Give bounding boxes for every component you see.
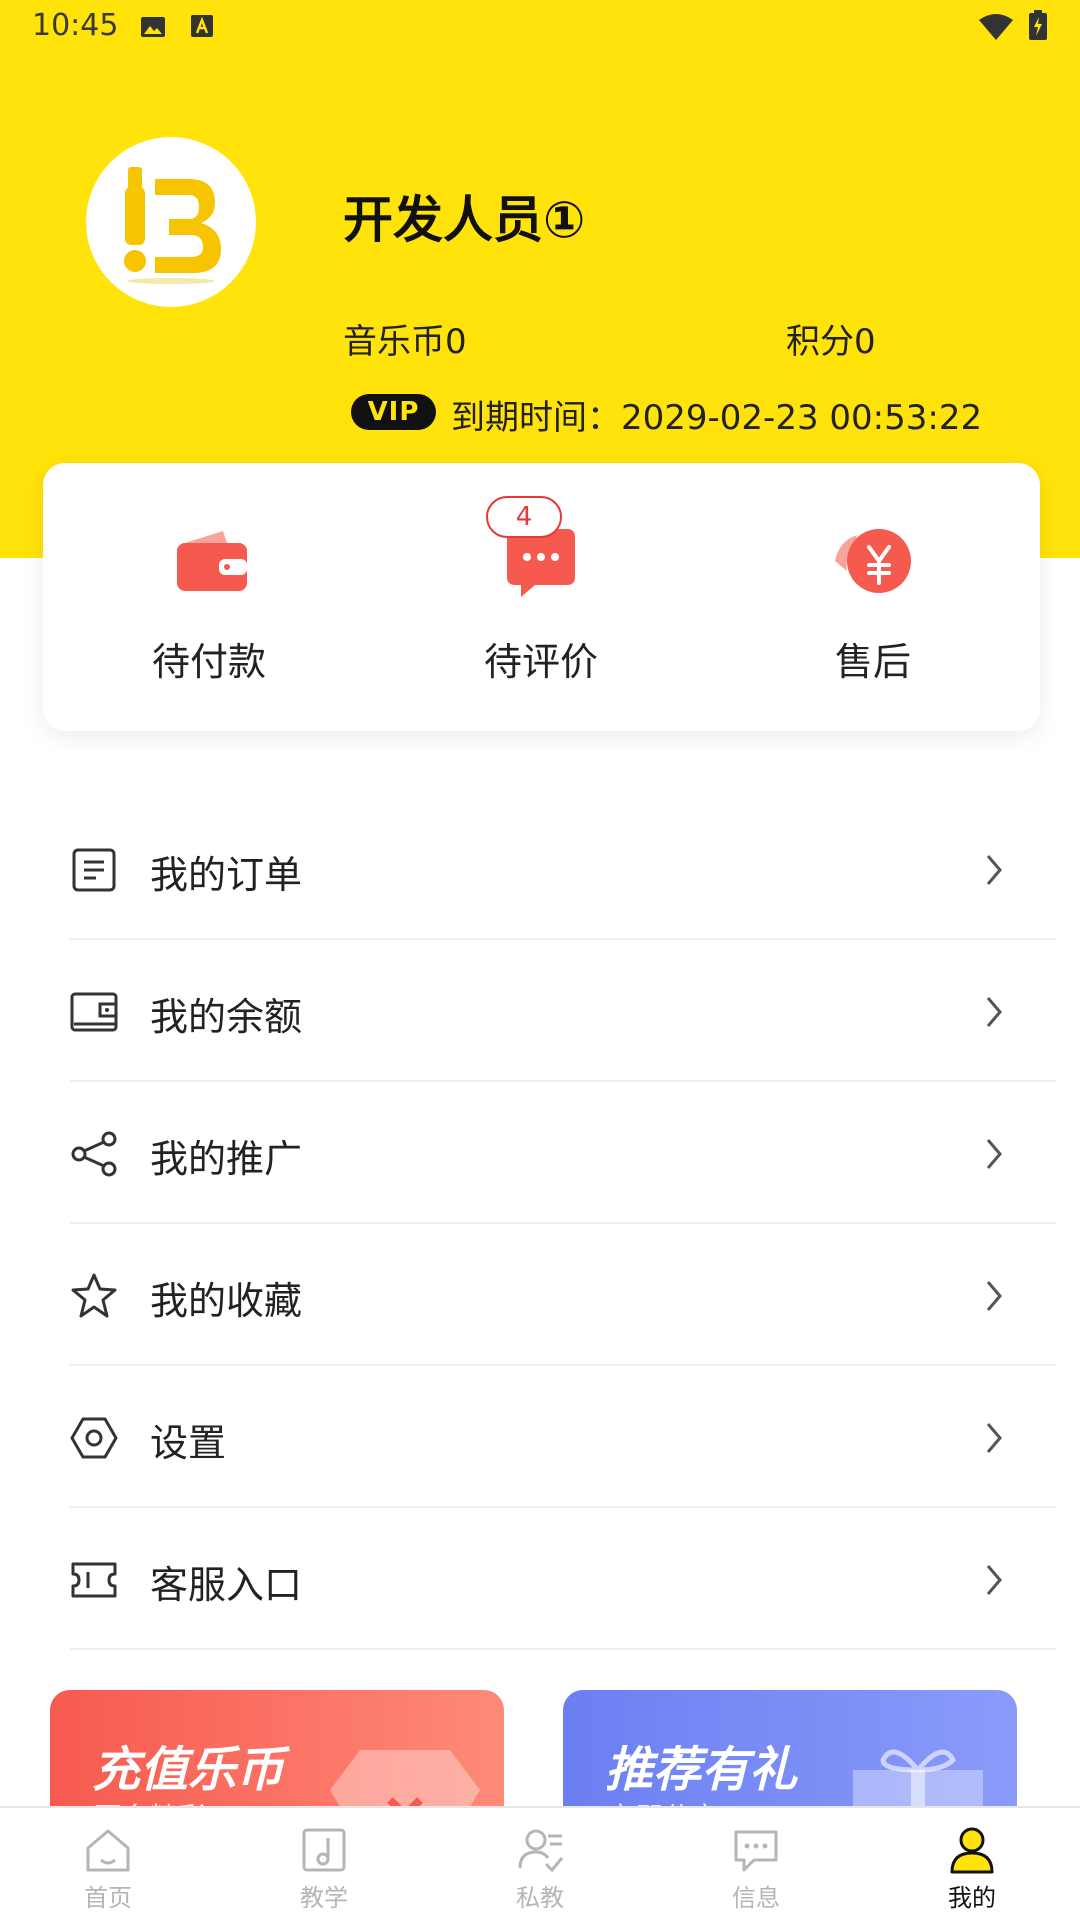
promo-title: 推荐有礼	[605, 1742, 798, 1798]
tab-teaching[interactable]: 教学	[216, 1808, 432, 1920]
recharge-coins-banner[interactable]: 充值乐币 更多精彩	[50, 1690, 504, 1810]
chevron-right-icon	[986, 1281, 1002, 1311]
vip-badge: VIP	[351, 394, 436, 430]
gift-icon	[853, 1749, 983, 1810]
points-balance: 积分0	[786, 322, 876, 362]
music-note-icon	[302, 1828, 346, 1872]
tutor-icon	[518, 1829, 564, 1873]
share-icon	[71, 1131, 117, 1177]
divider	[70, 1648, 1056, 1650]
chevron-right-icon	[986, 997, 1002, 1027]
username: 开发人员①	[343, 191, 586, 249]
coin-bag-icon	[330, 1750, 480, 1810]
avatar[interactable]	[86, 137, 256, 307]
chevron-right-icon	[986, 855, 1002, 885]
chevron-right-icon	[986, 1565, 1002, 1595]
wallet-icon	[177, 531, 247, 591]
status-time: 10:45	[32, 8, 119, 43]
tab-label: 信息	[732, 1884, 780, 1912]
tab-label: 首页	[84, 1884, 132, 1912]
refund-icon	[835, 529, 911, 593]
tab-label: 我的	[948, 1884, 996, 1912]
order-list-icon	[72, 848, 116, 892]
chevron-right-icon	[986, 1423, 1002, 1453]
menu-label: 客服入口	[150, 1563, 303, 1607]
menu-label: 我的余额	[150, 995, 303, 1039]
star-icon	[71, 1273, 117, 1318]
order-item-label: 待评价	[483, 640, 598, 684]
home-icon	[86, 1829, 130, 1872]
settings-icon	[70, 1417, 118, 1459]
music-coin-balance: 音乐币0	[343, 322, 467, 362]
order-after-sales[interactable]: 售后	[707, 463, 1039, 731]
app-logo-icon	[124, 167, 221, 284]
ticket-icon	[71, 1562, 117, 1598]
menu-label: 我的推广	[150, 1137, 303, 1181]
review-count-badge: 4	[486, 496, 562, 538]
tab-private-tutor[interactable]: 私教	[432, 1808, 648, 1920]
menu-my-balance[interactable]: 我的余额	[70, 940, 1080, 1082]
menu-label: 设置	[150, 1421, 227, 1465]
order-item-label: 待付款	[151, 640, 266, 684]
menu-my-favorites[interactable]: 我的收藏	[70, 1224, 1080, 1366]
balance-wallet-icon	[70, 992, 118, 1032]
referral-reward-banner[interactable]: 推荐有礼 立即分享	[563, 1690, 1017, 1810]
menu-customer-service[interactable]: 客服入口	[70, 1508, 1080, 1650]
order-pending-payment[interactable]: 待付款	[43, 463, 375, 731]
menu-my-promotion[interactable]: 我的推广	[70, 1082, 1080, 1224]
menu-settings[interactable]: 设置	[70, 1366, 1080, 1508]
vip-expiry-text: 到期时间：2029-02-23 00:53:22	[451, 398, 983, 438]
font-notification-icon	[190, 14, 216, 40]
order-item-label: 售后	[834, 640, 911, 684]
tab-mine[interactable]: 我的	[864, 1808, 1080, 1920]
tab-label: 私教	[516, 1884, 564, 1912]
profile-icon	[950, 1827, 994, 1874]
menu-label: 我的订单	[150, 853, 303, 897]
battery-icon	[1028, 10, 1048, 40]
menu-label: 我的收藏	[150, 1279, 303, 1323]
image-notification-icon	[140, 14, 166, 40]
promo-title: 充值乐币	[92, 1742, 285, 1798]
status-bar: 10:45	[0, 0, 1080, 56]
menu-my-orders[interactable]: 我的订单	[70, 798, 1080, 940]
profile-page: 10:45 开发人员① 音乐币0 积分0 VIP 到期时间：2029-02-23…	[0, 0, 1080, 1920]
bottom-tab-bar: 首页 教学 私教 信息 我的	[0, 1806, 1080, 1920]
message-icon	[734, 1830, 778, 1872]
chevron-right-icon	[986, 1139, 1002, 1169]
wifi-icon	[978, 14, 1014, 40]
tab-messages[interactable]: 信息	[648, 1808, 864, 1920]
tab-label: 教学	[300, 1884, 348, 1912]
tab-home[interactable]: 首页	[0, 1808, 216, 1920]
